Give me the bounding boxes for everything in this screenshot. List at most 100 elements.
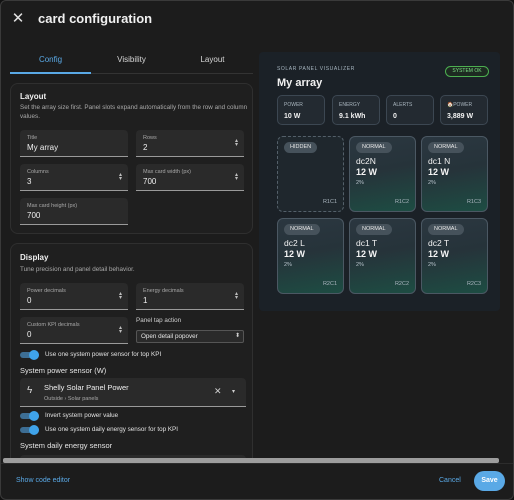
dialog-header: ✕ card configuration (1, 1, 513, 39)
dialog-title: card configuration (38, 11, 153, 26)
kpi-value: 9.1 kWh (339, 113, 366, 120)
panel-state-badge: NORMAL (356, 224, 392, 235)
panel-percent: 2% (428, 180, 436, 186)
tab-visibility[interactable]: Visibility (91, 49, 172, 74)
kpi-value: 10 W (284, 113, 301, 120)
panel-position: R1C3 (466, 199, 481, 205)
toggle-knob (29, 411, 39, 421)
panel-name: dc1 N (428, 156, 451, 166)
max-height-field[interactable]: Max card height (px) 700 (20, 198, 128, 225)
kpi-label: ALERTS (393, 102, 413, 108)
system-power-entity-picker[interactable]: ϟ Shelly Solar Panel Power Outside › Sol… (20, 378, 246, 407)
panel-r2c3[interactable]: NORMAL dc2 T 12 W 2% R2C3 (421, 218, 488, 294)
custom-kpi-decimals-stepper-icon[interactable]: ▴ ▾ (119, 325, 122, 335)
chevron-down-icon[interactable]: ▾ (232, 388, 235, 395)
layout-section: Layout Set the array size first. Panel s… (10, 83, 253, 234)
toggle-knob (29, 350, 39, 360)
system-power-toggle-label: Use one system power sensor for top KPI (45, 351, 162, 358)
max-width-field[interactable]: Max card width (px) 700 ▴ ▾ (136, 164, 244, 191)
close-icon[interactable]: ✕ (9, 10, 27, 28)
kpi-energy: ENERGY 9.1 kWh (332, 95, 380, 125)
rows-field-value: 2 (143, 143, 148, 152)
panel-r2c1[interactable]: NORMAL dc2 L 12 W 2% R2C1 (277, 218, 344, 294)
title-field-label: Title (27, 135, 38, 141)
columns-field-value: 3 (27, 177, 32, 186)
card-configuration-dialog: ✕ card configuration Config Visibility L… (0, 0, 514, 500)
energy-decimals-label: Energy decimals (143, 288, 184, 294)
kpi-label: POWER (284, 102, 303, 108)
panel-name: dc2N (356, 156, 376, 166)
custom-kpi-decimals-field[interactable]: Custom KPI decimals 0 ▴ ▾ (20, 317, 128, 344)
show-code-editor-button[interactable]: Show code editor (16, 477, 70, 484)
layout-section-description: Set the array size first. Panel slots ex… (20, 104, 248, 120)
tab-config[interactable]: Config (10, 49, 91, 74)
display-section: Display Tune precision and panel detail … (10, 243, 253, 458)
panel-name: dc2 L (284, 238, 305, 248)
display-section-title: Display (20, 253, 49, 262)
daily-energy-toggle-label: Use one system daily energy sensor for t… (45, 426, 178, 433)
clear-icon[interactable]: ✕ (214, 386, 222, 397)
panel-r2c2[interactable]: NORMAL dc1 T 12 W 2% R2C2 (349, 218, 416, 294)
kpi-home-power: 🏠POWER 3,889 W (440, 95, 488, 125)
display-section-description: Tune precision and panel detail behavior… (20, 266, 135, 273)
power-decimals-field[interactable]: Power decimals 0 ▴ ▾ (20, 283, 128, 310)
panel-r1c1[interactable]: HIDDEN R1C1 (277, 136, 344, 212)
panel-state-badge: NORMAL (356, 142, 392, 153)
footer-divider (1, 463, 513, 464)
max-width-field-label: Max card width (px) (143, 169, 191, 175)
invert-power-toggle[interactable] (20, 411, 39, 421)
tab-layout[interactable]: Layout (172, 49, 253, 74)
columns-stepper-icon[interactable]: ▴ ▾ (119, 172, 122, 182)
cancel-button[interactable]: Cancel (439, 477, 461, 484)
energy-decimals-field[interactable]: Energy decimals 1 ▴ ▾ (136, 283, 244, 310)
kpi-power: POWER 10 W (277, 95, 325, 125)
kpi-label: 🏠POWER (447, 102, 473, 108)
entity-name: Shelly Solar Panel Power (44, 383, 129, 392)
config-editor[interactable]: Layout Set the array size first. Panel s… (10, 83, 254, 458)
kpi-value: 0 (393, 113, 397, 120)
panel-position: R1C2 (394, 199, 409, 205)
card-preview: SOLAR PANEL VISUALIZER My array SYSTEM O… (259, 52, 500, 311)
panel-position: R1C1 (322, 199, 337, 205)
panel-state-badge: NORMAL (284, 224, 320, 235)
tab-bar: Config Visibility Layout (10, 49, 253, 74)
panel-r1c3[interactable]: NORMAL dc1 N 12 W 2% R1C3 (421, 136, 488, 212)
panel-power: 12 W (428, 167, 450, 177)
lightning-icon: ϟ (27, 385, 33, 396)
panel-position: R2C2 (394, 281, 409, 287)
max-height-field-label: Max card height (px) (27, 203, 78, 209)
system-power-sensor-label: System power sensor (W) (20, 366, 107, 375)
kpi-value: 3,889 W (447, 113, 474, 120)
rows-field[interactable]: Rows 2 ▴ ▾ (136, 130, 244, 157)
power-decimals-stepper-icon[interactable]: ▴ ▾ (119, 291, 122, 301)
energy-decimals-stepper-icon[interactable]: ▴ ▾ (235, 291, 238, 301)
chevron-down-icon: ⬍ (234, 333, 240, 339)
status-badge: SYSTEM OK (445, 66, 489, 77)
system-power-toggle[interactable] (20, 350, 39, 360)
save-button[interactable]: Save (474, 471, 505, 491)
panel-tap-action-select[interactable]: Open detail popover ⬍ (136, 330, 244, 343)
energy-decimals-value: 1 (143, 296, 148, 305)
daily-energy-sensor-label: System daily energy sensor (20, 441, 113, 450)
panel-name: dc1 T (356, 238, 378, 248)
panel-state-badge: NORMAL (428, 224, 464, 235)
panel-tap-action-label: Panel tap action (136, 317, 182, 324)
panel-r1c2[interactable]: NORMAL dc2N 12 W 2% R1C2 (349, 136, 416, 212)
preview-subtitle: SOLAR PANEL VISUALIZER (277, 66, 355, 72)
rows-stepper-icon[interactable]: ▴ ▾ (235, 138, 238, 148)
max-width-field-value: 700 (143, 177, 157, 186)
title-field-value: My array (27, 143, 59, 152)
entity-path: Outside › Solar panels (44, 396, 99, 402)
title-field[interactable]: Title My array (20, 130, 128, 157)
power-decimals-value: 0 (27, 296, 32, 305)
panel-percent: 2% (356, 180, 364, 186)
kpi-label: ENERGY (339, 102, 361, 108)
max-height-field-value: 700 (27, 211, 41, 220)
daily-energy-toggle[interactable] (20, 425, 39, 435)
max-width-stepper-icon[interactable]: ▴ ▾ (235, 172, 238, 182)
panel-power: 12 W (356, 167, 378, 177)
panel-power: 12 W (356, 249, 378, 259)
toggle-knob (29, 425, 39, 435)
columns-field[interactable]: Columns 3 ▴ ▾ (20, 164, 128, 191)
panel-percent: 2% (356, 262, 364, 268)
